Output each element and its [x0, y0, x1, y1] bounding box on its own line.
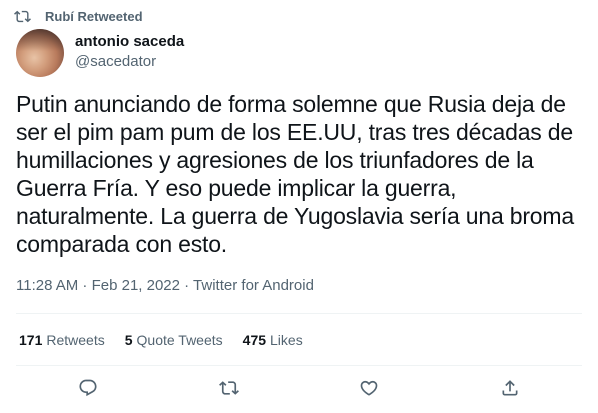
- retweet-context[interactable]: Rubí Retweeted: [14, 7, 143, 25]
- retweets-label: Retweets: [46, 332, 105, 348]
- divider: [16, 313, 582, 314]
- likes-stat[interactable]: 475 Likes: [243, 331, 303, 349]
- tweet-meta: 11:28 AM · Feb 21, 2022 · Twitter for An…: [16, 277, 314, 294]
- author-handle[interactable]: @sacedator: [75, 53, 156, 71]
- tweet-text: Putin anunciando de forma solemne que Ru…: [16, 91, 574, 257]
- likes-count: 475: [242, 332, 267, 348]
- quotes-label: Quote Tweets: [136, 332, 223, 348]
- retweet-icon: [14, 10, 31, 22]
- divider: [16, 365, 582, 366]
- likes-label: Likes: [270, 332, 303, 348]
- quotes-count: 5: [124, 332, 133, 348]
- retweet-button[interactable]: [219, 378, 239, 398]
- tweet-stats: 171 Retweets 5 Quote Tweets 475 Likes: [19, 331, 323, 349]
- retweets-count: 171: [19, 332, 43, 348]
- avatar[interactable]: [16, 29, 64, 77]
- author-name[interactable]: antonio saceda: [75, 33, 184, 51]
- share-button[interactable]: [500, 378, 520, 398]
- quotes-stat[interactable]: 5 Quote Tweets: [125, 331, 223, 349]
- retweets-stat[interactable]: 171 Retweets: [19, 331, 105, 349]
- like-button[interactable]: [359, 378, 379, 398]
- heart-icon: [360, 380, 378, 396]
- reply-button[interactable]: [78, 378, 98, 398]
- retweet-icon: [219, 381, 239, 395]
- share-icon: [502, 380, 518, 396]
- retweet-label: Rubí Retweeted: [45, 8, 143, 24]
- action-bar: [0, 378, 598, 400]
- reply-icon: [79, 379, 97, 397]
